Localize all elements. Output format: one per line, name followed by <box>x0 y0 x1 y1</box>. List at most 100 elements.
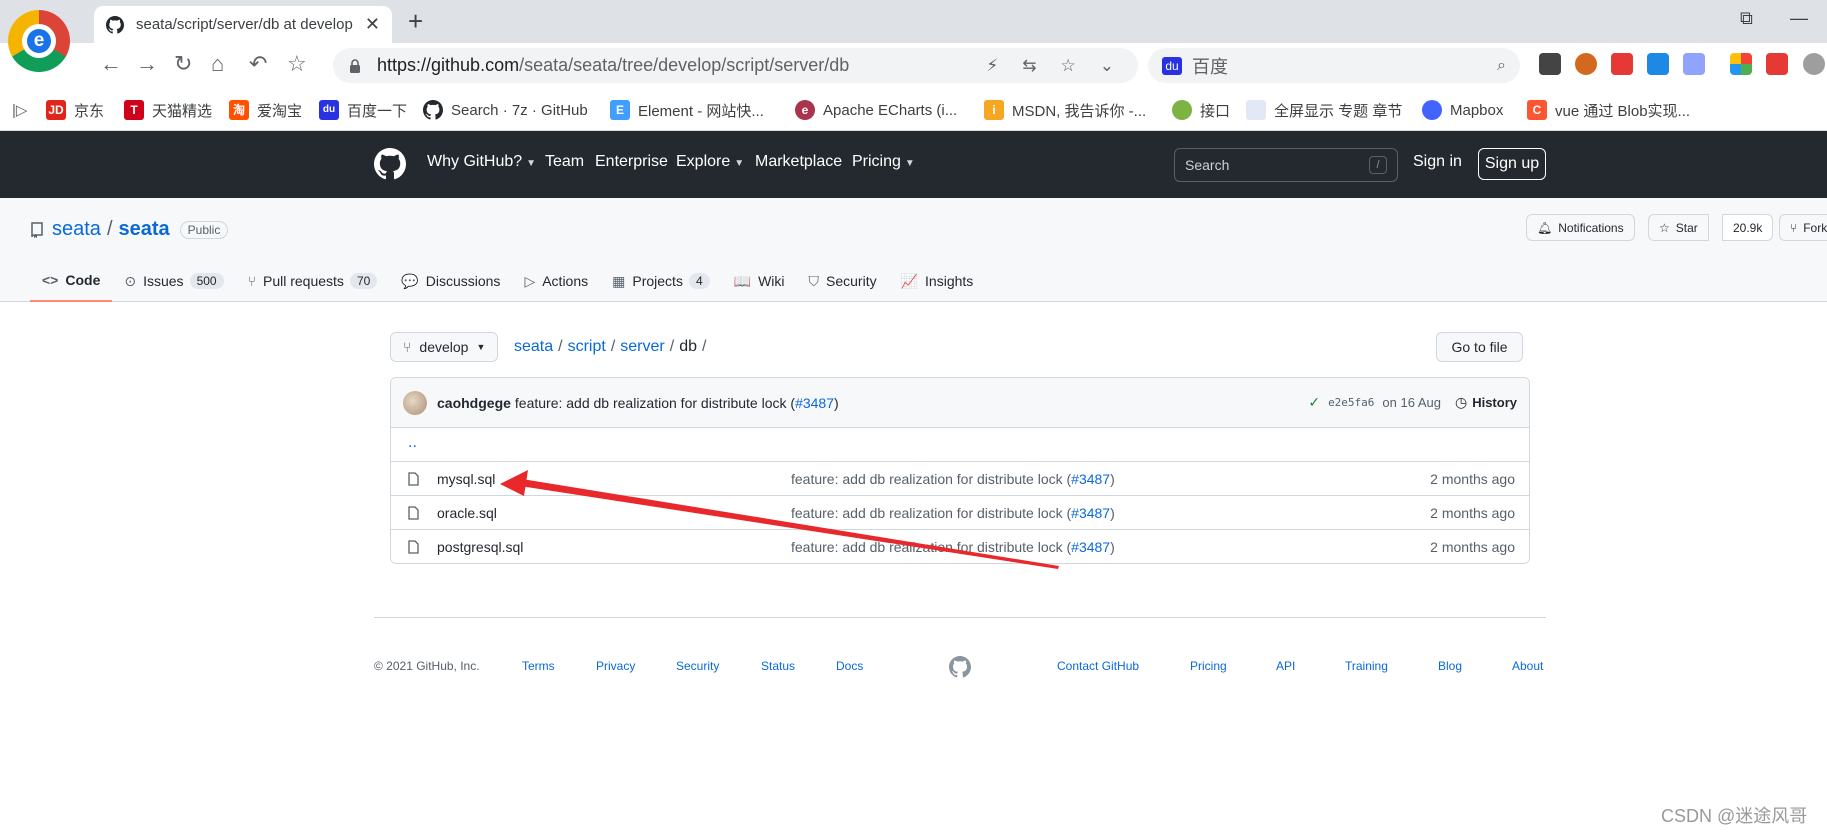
baidu-paw-icon: du <box>1162 56 1182 75</box>
file-name[interactable]: mysql.sql <box>437 471 791 487</box>
github-logo-icon[interactable] <box>374 148 406 180</box>
tab-projects[interactable]: ▦ Projects 4 <box>600 260 722 302</box>
bookmark-item[interactable]: Cvue 通过 Blob实现... <box>1527 99 1690 121</box>
bookmarks-expand-icon[interactable]: |▷ <box>12 99 27 121</box>
undo-icon[interactable]: ↶ <box>249 51 267 77</box>
tab-security[interactable]: ⛉ Security <box>797 260 889 302</box>
address-url[interactable]: https://github.com/seata/seata/tree/deve… <box>377 55 986 76</box>
lightning-icon[interactable]: ⚡ <box>986 56 998 76</box>
bookmark-item[interactable]: Mapbox <box>1422 99 1503 121</box>
file-name[interactable]: oracle.sql <box>437 505 791 521</box>
footer-link-security[interactable]: Security <box>676 659 719 673</box>
commit-author[interactable]: caohdgege <box>437 395 511 411</box>
bookmark-item[interactable]: Search · 7z · GitHub <box>423 99 588 121</box>
footer-link-pricing[interactable]: Pricing <box>1190 659 1227 673</box>
avatar[interactable] <box>403 390 427 415</box>
nav-team[interactable]: Team <box>545 153 584 171</box>
footer-link-privacy[interactable]: Privacy <box>596 659 635 673</box>
history-button[interactable]: ◷ History <box>1455 394 1517 411</box>
tab-actions[interactable]: ▷ Actions <box>512 260 600 302</box>
nav-enterprise[interactable]: Enterprise <box>595 153 668 171</box>
footer-link-about[interactable]: About <box>1512 659 1543 673</box>
graph-icon: 📈 <box>900 272 919 289</box>
footer-link-training[interactable]: Training <box>1345 659 1388 673</box>
pull-request-icon: ⑂ <box>247 273 256 289</box>
fork-button[interactable]: ⑂ Fork <box>1779 214 1827 241</box>
extension-bird-icon[interactable] <box>1683 53 1705 75</box>
footer-link-status[interactable]: Status <box>761 659 795 673</box>
address-bar[interactable]: https://github.com/seata/seata/tree/deve… <box>333 48 1138 83</box>
translate-icon[interactable]: ⇆ <box>1022 56 1036 76</box>
breadcrumb-seata[interactable]: seata <box>514 338 553 355</box>
home-icon[interactable]: ⌂ <box>211 51 224 77</box>
branch-select-button[interactable]: ⑂ develop ▼ <box>390 332 499 362</box>
tab-pull-requests[interactable]: ⑂ Pull requests 70 <box>236 260 390 302</box>
tab-code[interactable]: <> Code <box>30 260 113 302</box>
forward-arrow-icon[interactable]: → <box>136 51 158 77</box>
repo-owner-link[interactable]: seata <box>52 218 101 241</box>
bookmark-item[interactable]: JD 京东 <box>46 99 104 121</box>
tab-wiki[interactable]: 📖 Wiki <box>722 260 797 302</box>
msdn-icon: i <box>984 100 1004 120</box>
bookmark-item[interactable]: T 天猫精选 <box>124 99 212 121</box>
window-minimize-icon[interactable]: — <box>1790 8 1808 29</box>
sign-up-button[interactable]: Sign up <box>1478 148 1546 180</box>
new-tab-button[interactable]: + <box>408 6 423 37</box>
reload-icon[interactable]: ↻ <box>174 51 192 77</box>
nav-why-github[interactable]: Why GitHub? ▼ <box>427 153 536 171</box>
file-commit-message[interactable]: feature: add db realization for distribu… <box>791 505 1430 521</box>
bookmark-item[interactable]: i MSDN, 我告诉你 -... <box>984 99 1146 121</box>
back-arrow-icon[interactable]: ← <box>100 51 122 77</box>
tab-issues[interactable]: ⊙ Issues 500 <box>112 260 235 302</box>
commit-message[interactable]: feature: add db realization for distribu… <box>515 395 839 411</box>
go-to-file-button[interactable]: Go to file <box>1436 332 1523 362</box>
extension-translate-icon[interactable] <box>1647 53 1669 75</box>
file-commit-message[interactable]: feature: add db realization for distribu… <box>791 471 1430 487</box>
breadcrumb-script[interactable]: script <box>568 338 606 355</box>
bookmark-star-icon[interactable]: ☆ <box>287 51 307 77</box>
extension-lan-icon[interactable] <box>1539 53 1561 75</box>
tab-discussions[interactable]: 💬 Discussions <box>389 260 512 302</box>
footer-link-api[interactable]: API <box>1276 659 1295 673</box>
extension-moon-icon[interactable] <box>1803 53 1825 75</box>
nav-marketplace[interactable]: Marketplace <box>755 153 842 171</box>
bookmark-item[interactable]: 全屏显示 专题 章节 <box>1246 99 1402 121</box>
repo-name-link[interactable]: seata <box>119 218 170 241</box>
github-footer-logo-icon[interactable] <box>949 656 971 678</box>
bookmark-item[interactable]: E Element - 网站快... <box>610 99 764 121</box>
browser-tab-active[interactable]: seata/script/server/db at develop ✕ <box>94 6 392 43</box>
sign-in-link[interactable]: Sign in <box>1413 153 1462 171</box>
window-restore-icon[interactable]: ⧉ <box>1740 8 1753 29</box>
extension-pdf-icon[interactable] <box>1766 53 1788 75</box>
browser-search-box[interactable]: du 百度 ⌕ <box>1148 48 1520 83</box>
bookmark-item[interactable]: e Apache ECharts (i... <box>795 99 957 121</box>
nav-pricing[interactable]: Pricing ▼ <box>852 153 915 171</box>
footer-link-terms[interactable]: Terms <box>522 659 555 673</box>
favorite-star-icon[interactable]: ☆ <box>1061 56 1076 76</box>
extension-grid-icon[interactable] <box>1730 53 1752 75</box>
commit-pr-link[interactable]: #3487 <box>795 395 834 411</box>
bookmark-item[interactable]: 淘爱淘宝 <box>229 99 302 121</box>
extension-game-icon[interactable] <box>1611 53 1633 75</box>
footer-link-contact[interactable]: Contact GitHub <box>1057 659 1139 673</box>
star-button[interactable]: ☆ Star <box>1648 214 1709 241</box>
notifications-button[interactable]: 🔔︎ Notifications <box>1526 214 1635 241</box>
footer-link-blog[interactable]: Blog <box>1438 659 1462 673</box>
file-icon <box>408 505 419 520</box>
file-commit-message[interactable]: feature: add db realization for distribu… <box>791 539 1430 555</box>
tab-close-icon[interactable]: ✕ <box>365 14 380 35</box>
nav-explore[interactable]: Explore ▼ <box>676 153 744 171</box>
commit-sha[interactable]: e2e5fa6 <box>1328 396 1374 409</box>
search-icon[interactable]: ⌕ <box>1497 57 1506 75</box>
bookmark-item[interactable]: du 百度一下 <box>319 99 407 121</box>
footer-link-docs[interactable]: Docs <box>836 659 863 673</box>
tab-insights[interactable]: 📈 Insights <box>889 260 986 302</box>
file-name[interactable]: postgresql.sql <box>437 539 791 555</box>
breadcrumb-server[interactable]: server <box>620 338 664 355</box>
parent-directory-link[interactable]: .. <box>391 428 1529 462</box>
star-count[interactable]: 20.9k <box>1722 214 1774 241</box>
chevron-down-icon[interactable]: ⌄ <box>1100 56 1114 76</box>
github-search-input[interactable]: Search / <box>1174 148 1398 182</box>
bookmark-item[interactable]: 接口 <box>1172 99 1230 121</box>
extension-monkey-icon[interactable] <box>1575 53 1597 75</box>
